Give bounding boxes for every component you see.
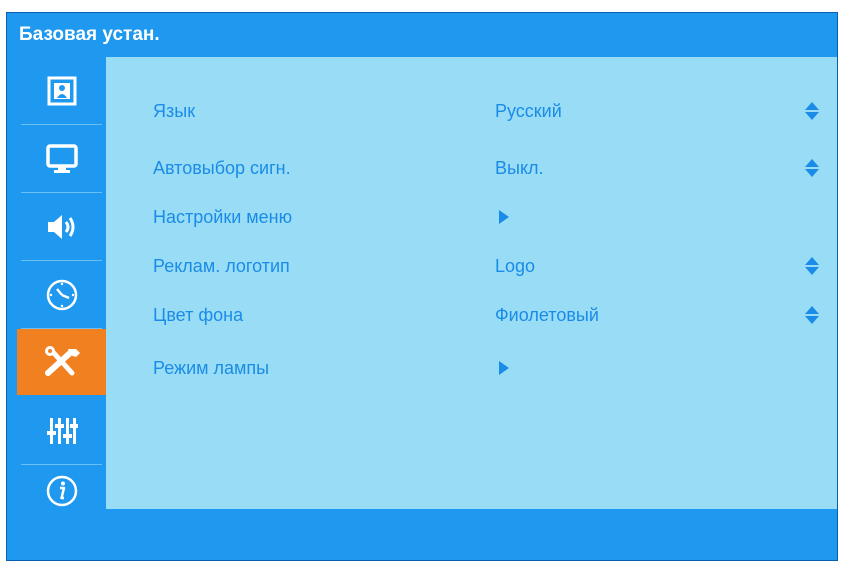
tools-icon [40,345,84,379]
setting-label: Цвет фона [153,305,244,325]
setting-row-lamp-mode[interactable]: Режим лампы [106,348,837,388]
sidebar-item-audio[interactable] [17,193,106,261]
setting-row-language[interactable]: Язык Русский [106,91,837,131]
sidebar-item-info[interactable] [17,465,106,517]
up-down-arrow-icon[interactable] [804,158,820,178]
picture-icon [47,76,77,106]
menu-title: Базовая устан. [7,13,837,57]
setting-row-auto-source[interactable]: Автовыбор сигн. Выкл. [106,148,837,188]
setting-row-background-color[interactable]: Цвет фона Фиолетовый [106,295,837,335]
speaker-icon [45,211,79,243]
submenu-arrow-icon[interactable] [499,210,509,224]
sidebar-item-advanced[interactable] [17,397,106,465]
status-bar [7,519,837,560]
equalizer-icon [46,415,78,447]
sidebar-item-timer[interactable] [17,261,106,329]
setting-label: Режим лампы [153,358,270,378]
setting-row-logo[interactable]: Реклам. логотип Logo [106,246,837,286]
sidebar-item-display[interactable] [17,125,106,193]
setting-label: Настройки меню [153,207,293,227]
up-down-arrow-icon[interactable] [804,101,820,121]
sidebar-item-picture[interactable] [17,57,106,125]
setting-value: Logo [495,256,536,276]
sidebar [7,57,106,509]
clock-icon [45,278,79,312]
up-down-arrow-icon[interactable] [804,305,820,325]
setting-label: Автовыбор сигн. [153,158,291,178]
osd-menu-window: Базовая устан. Язык Русский Автовыбор си… [6,12,838,561]
monitor-icon [45,143,79,175]
setting-value: Фиолетовый [495,305,599,325]
sidebar-item-setup[interactable] [17,329,106,395]
setting-row-menu-settings[interactable]: Настройки меню [106,197,837,237]
setting-value: Выкл. [495,158,544,178]
setting-label: Реклам. логотип [153,256,290,276]
info-icon [45,474,79,508]
up-down-arrow-icon[interactable] [804,256,820,276]
setting-value: Русский [495,101,562,121]
setting-label: Язык [153,101,196,121]
submenu-arrow-icon[interactable] [499,361,509,375]
settings-panel: Язык Русский Автовыбор сигн. Выкл. Настр… [106,57,837,509]
